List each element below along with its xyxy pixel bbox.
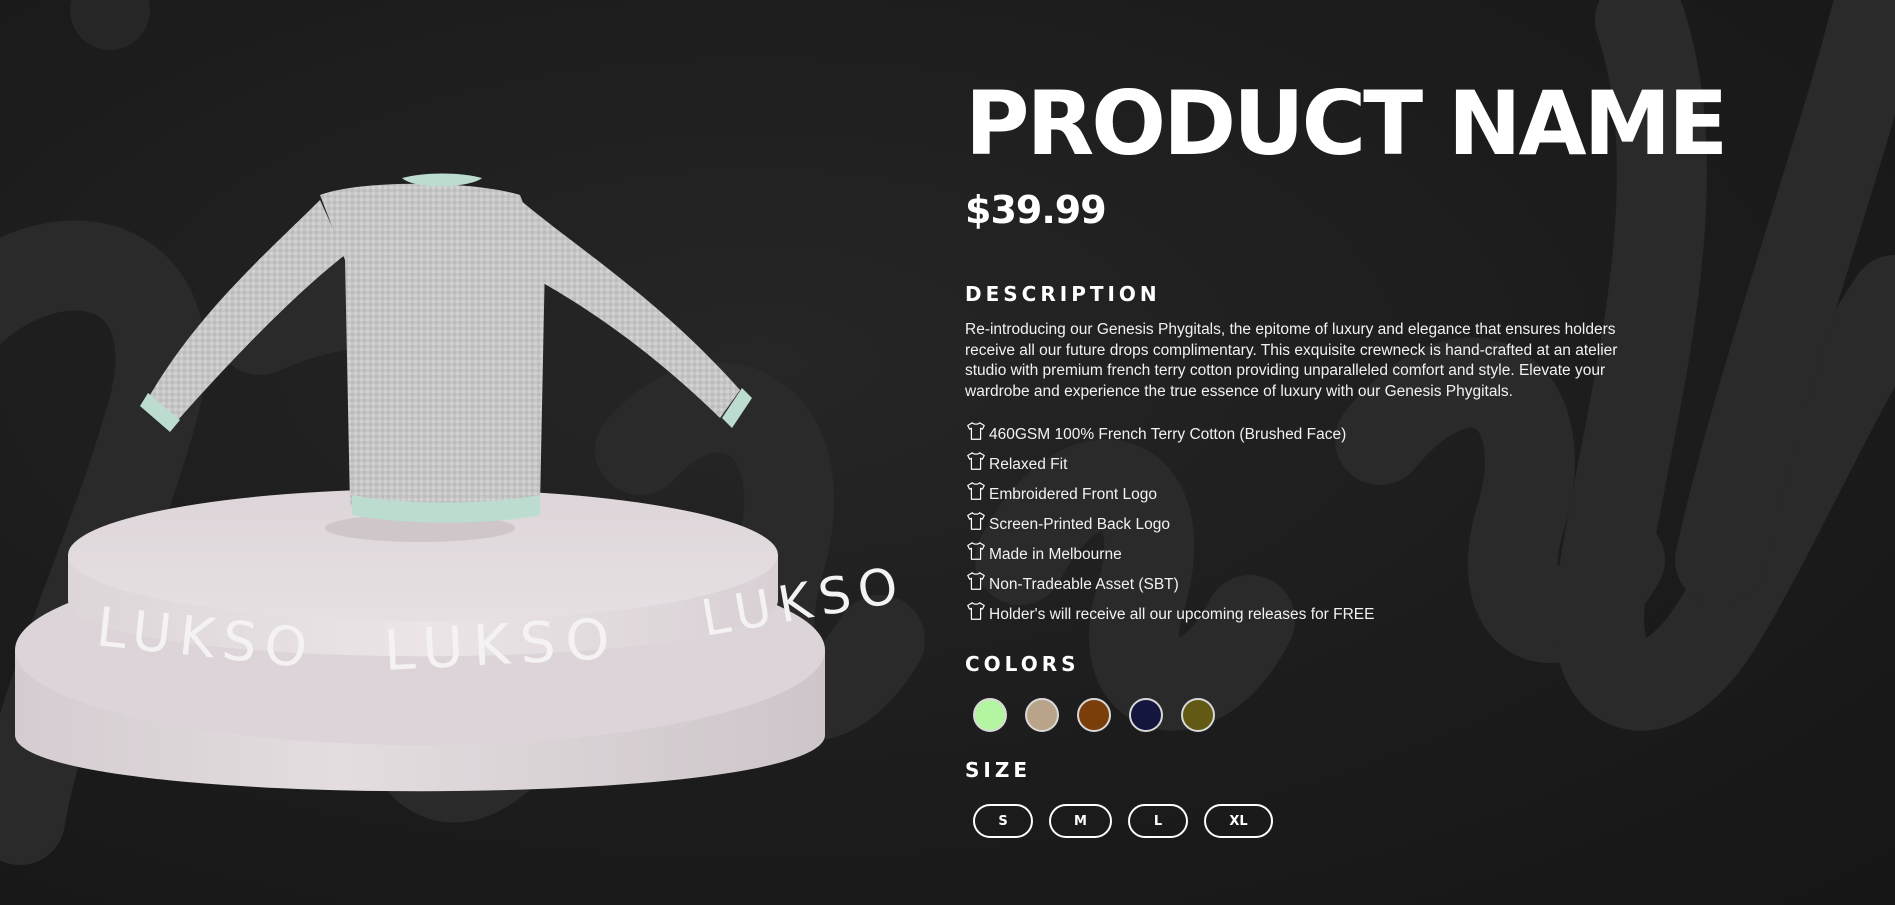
colors-heading: COLORS (965, 652, 1080, 676)
description-heading: DESCRIPTION (965, 282, 1161, 306)
product-price: $39.99 (965, 188, 1107, 232)
shirt-icon (967, 602, 985, 620)
size-button-s[interactable]: S (973, 804, 1033, 838)
sweater-render (140, 173, 752, 523)
color-swatch-tan[interactable] (1025, 698, 1059, 732)
feature-label: Made in Melbourne (989, 546, 1122, 563)
feature-item: 460GSM 100% French Terry Cotton (Brushed… (965, 420, 1865, 450)
shirt-icon (967, 422, 985, 440)
color-swatch-olive[interactable] (1181, 698, 1215, 732)
product-details: PRODUCT NAME $39.99 DESCRIPTION Re-intro… (965, 70, 1865, 838)
product-page: LUKSO LUKSO LUKSO PRODUCT NAME $39.99 DE… (0, 0, 1895, 905)
feature-label: Relaxed Fit (989, 456, 1068, 473)
product-title: PRODUCT NAME (965, 72, 1728, 175)
feature-item: Embroidered Front Logo (965, 480, 1865, 510)
shirt-icon (967, 512, 985, 530)
size-button-xl[interactable]: XL (1204, 804, 1273, 838)
color-swatch-group (973, 698, 1865, 732)
shirt-icon (967, 452, 985, 470)
shirt-icon (967, 482, 985, 500)
size-option-group: S M L XL (973, 804, 1865, 838)
size-button-m[interactable]: M (1049, 804, 1112, 838)
color-swatch-brown[interactable] (1077, 698, 1111, 732)
feature-label: Screen-Printed Back Logo (989, 516, 1170, 533)
description-text: Re-introducing our Genesis Phygitals, th… (965, 321, 1618, 400)
feature-item: Non-Tradeable Asset (SBT) (965, 570, 1865, 600)
feature-label: 460GSM 100% French Terry Cotton (Brushed… (989, 426, 1347, 443)
feature-item: Holder's will receive all our upcoming r… (965, 600, 1865, 630)
product-render: LUKSO LUKSO LUKSO (15, 173, 900, 792)
shirt-icon (967, 572, 985, 590)
shirt-icon (967, 542, 985, 560)
size-heading: SIZE (965, 758, 1032, 782)
pedestal-brand-center: LUKSO (382, 607, 621, 684)
feature-label: Embroidered Front Logo (989, 486, 1158, 503)
color-swatch-light-green[interactable] (973, 698, 1007, 732)
feature-item: Made in Melbourne (965, 540, 1865, 570)
product-3d-viewer[interactable]: LUKSO LUKSO LUKSO (0, 0, 900, 905)
size-button-l[interactable]: L (1128, 804, 1188, 838)
feature-list: 460GSM 100% French Terry Cotton (Brushed… (965, 420, 1865, 630)
feature-label: Holder's will receive all our upcoming r… (989, 606, 1375, 623)
feature-item: Relaxed Fit (965, 450, 1865, 480)
color-swatch-navy[interactable] (1129, 698, 1163, 732)
feature-label: Non-Tradeable Asset (SBT) (989, 576, 1179, 593)
feature-item: Screen-Printed Back Logo (965, 510, 1865, 540)
